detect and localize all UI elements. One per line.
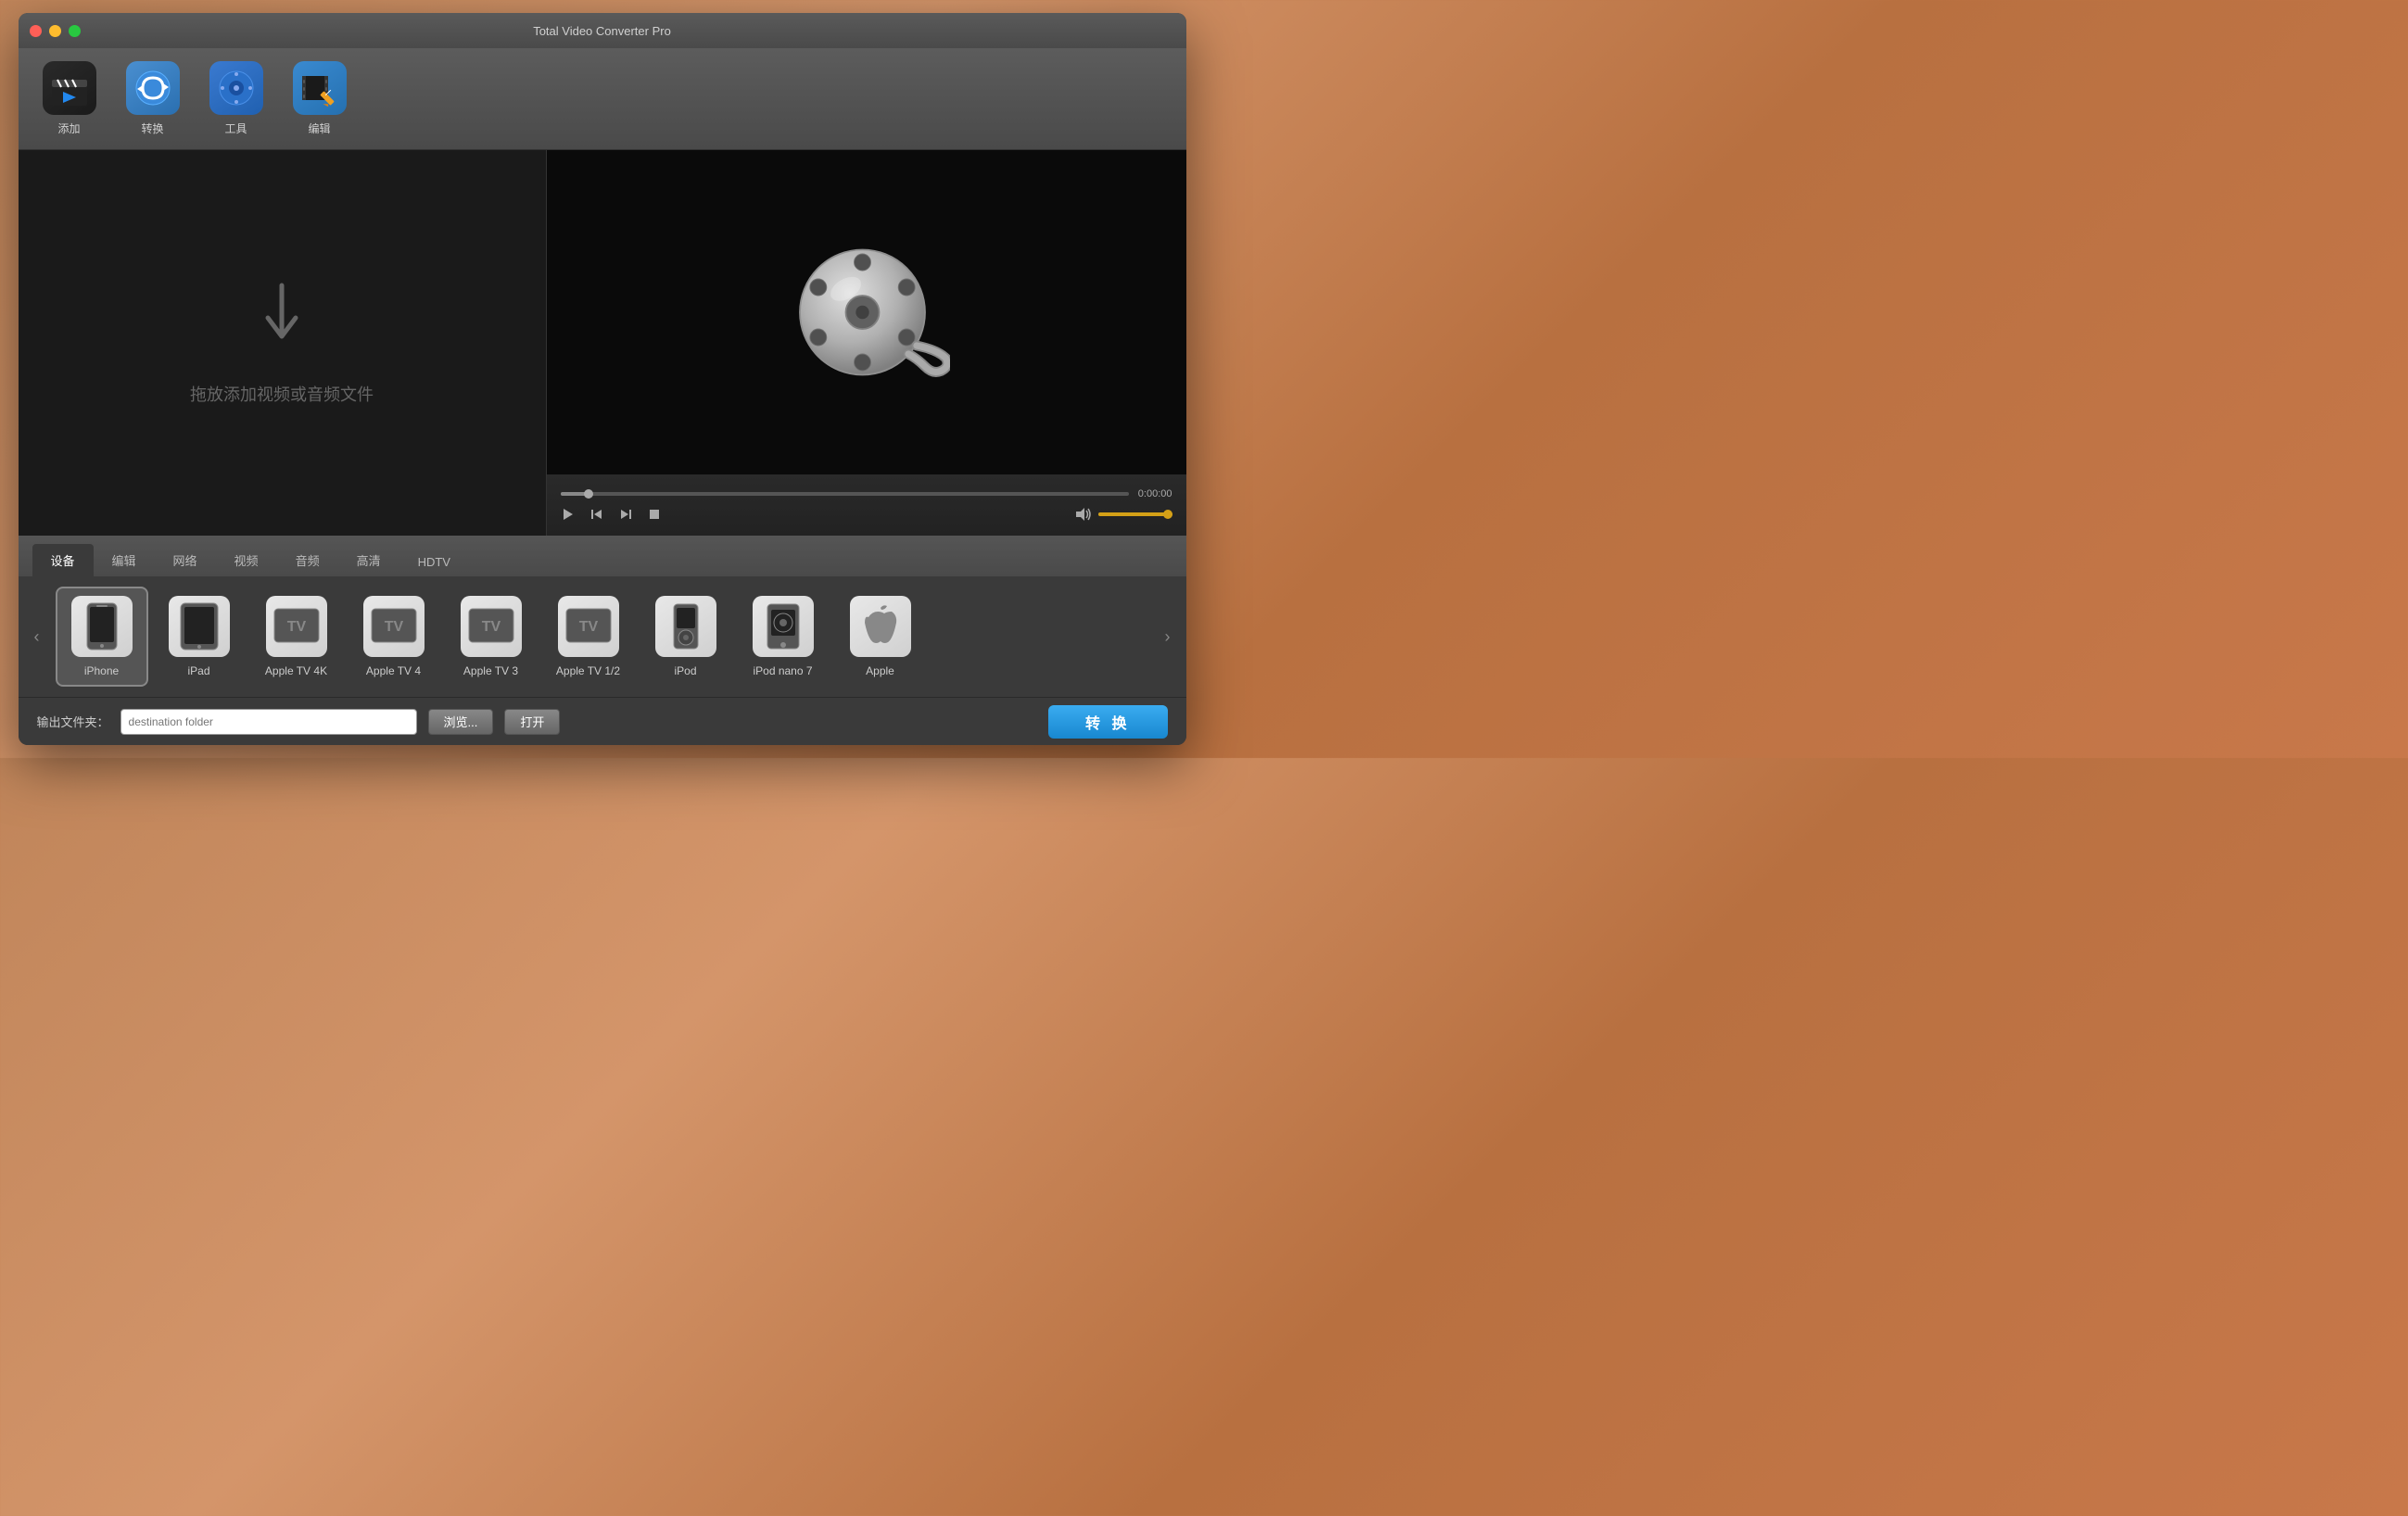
film-reel-graphic — [774, 220, 959, 405]
svg-text:TV: TV — [481, 619, 501, 635]
video-controls: 0:00:00 — [547, 474, 1186, 536]
tools-label: 工具 — [224, 120, 247, 136]
tools-icon — [209, 61, 263, 115]
svg-text:TV: TV — [578, 619, 598, 635]
minimize-button[interactable] — [49, 25, 61, 37]
convert-icon — [126, 61, 180, 115]
next-button[interactable] — [618, 507, 633, 522]
play-button[interactable] — [561, 507, 576, 522]
volume-icon[interactable] — [1074, 507, 1091, 522]
maximize-button[interactable] — [69, 25, 81, 37]
toolbar-convert[interactable]: 转换 — [120, 61, 185, 136]
add-label: 添加 — [57, 120, 80, 136]
ipod-label: iPod — [674, 664, 696, 677]
tab-network[interactable]: 网络 — [155, 544, 216, 576]
appletv4k-icon: TV — [266, 596, 327, 657]
appletv3-label: Apple TV 3 — [463, 664, 518, 677]
title-bar: Total Video Converter Pro — [19, 13, 1186, 48]
drop-arrow-icon — [249, 281, 314, 368]
open-button[interactable]: 打开 — [504, 709, 560, 735]
output-row: 输出文件夹： 浏览... 打开 转 换 — [19, 697, 1186, 745]
device-appletv12[interactable]: TV Apple TV 1/2 — [542, 587, 635, 687]
ipodnano-label: iPod nano 7 — [753, 664, 812, 677]
apple-icon — [850, 596, 911, 657]
toolbar-edit[interactable]: 编辑 — [287, 61, 352, 136]
device-ipodnano[interactable]: iPod nano 7 — [737, 587, 830, 687]
svg-text:TV: TV — [384, 619, 403, 635]
prev-button[interactable] — [589, 507, 604, 522]
appletv12-label: Apple TV 1/2 — [556, 664, 620, 677]
tab-edit[interactable]: 编辑 — [94, 544, 155, 576]
controls-buttons-row — [561, 507, 1172, 522]
video-preview — [547, 150, 1186, 474]
ipad-icon — [169, 596, 230, 657]
progress-bar[interactable] — [561, 492, 1129, 496]
convert-label: 转换 — [141, 120, 163, 136]
device-ipad[interactable]: iPad — [153, 587, 246, 687]
devices-list: iPhone iPad TV — [51, 587, 1154, 687]
iphone-icon — [71, 596, 133, 657]
ipodnano-icon — [753, 596, 814, 657]
toolbar-tools[interactable]: 工具 — [204, 61, 269, 136]
tab-audio[interactable]: 音频 — [277, 544, 338, 576]
tab-devices[interactable]: 设备 — [32, 544, 94, 576]
toolbar-add[interactable]: 添加 — [37, 61, 102, 136]
device-appletv4k[interactable]: TV Apple TV 4K — [250, 587, 343, 687]
nav-next-arrow[interactable]: › — [1154, 623, 1182, 651]
drop-text: 拖放添加视频或音频文件 — [190, 382, 374, 406]
apple-label: Apple — [866, 664, 894, 677]
time-display: 0:00:00 — [1138, 488, 1172, 499]
close-button[interactable] — [30, 25, 42, 37]
stop-button[interactable] — [647, 507, 662, 522]
tab-video[interactable]: 视频 — [216, 544, 277, 576]
ipod-icon — [655, 596, 716, 657]
volume-slider[interactable] — [1098, 512, 1172, 516]
svg-text:TV: TV — [286, 619, 306, 635]
appletv3-icon: TV — [461, 596, 522, 657]
progress-bar-row: 0:00:00 — [561, 488, 1172, 499]
drop-zone[interactable]: 拖放添加视频或音频文件 — [19, 150, 547, 536]
window-controls — [30, 25, 81, 37]
iphone-label: iPhone — [84, 664, 119, 677]
add-icon — [43, 61, 96, 115]
convert-button[interactable]: 转 换 — [1048, 705, 1167, 739]
appletv12-icon: TV — [558, 596, 619, 657]
tab-hdtv[interactable]: HDTV — [399, 548, 469, 576]
device-grid: ‹ iPhone — [19, 576, 1186, 697]
main-window: Total Video Converter Pro 添加 — [19, 13, 1186, 745]
output-folder-label: 输出文件夹： — [37, 713, 109, 730]
ipad-label: iPad — [187, 664, 209, 677]
nav-prev-arrow[interactable]: ‹ — [23, 623, 51, 651]
edit-icon — [293, 61, 347, 115]
device-ipod[interactable]: iPod — [640, 587, 732, 687]
tab-hd[interactable]: 高清 — [338, 544, 399, 576]
device-iphone[interactable]: iPhone — [56, 587, 148, 687]
appletv4-label: Apple TV 4 — [366, 664, 421, 677]
preview-panel: 0:00:00 — [547, 150, 1186, 536]
output-folder-input[interactable] — [120, 709, 417, 735]
volume-section — [1074, 507, 1172, 522]
tabs-bar: 设备 编辑 网络 视频 音频 高清 HDTV — [19, 536, 1186, 576]
appletv4k-label: Apple TV 4K — [265, 664, 327, 677]
appletv4-icon: TV — [363, 596, 425, 657]
main-content: 拖放添加视频或音频文件 — [19, 150, 1186, 536]
device-apple[interactable]: Apple — [834, 587, 927, 687]
device-appletv4[interactable]: TV Apple TV 4 — [348, 587, 440, 687]
window-title: Total Video Converter Pro — [533, 24, 671, 38]
browse-button[interactable]: 浏览... — [428, 709, 494, 735]
edit-label: 编辑 — [308, 120, 330, 136]
toolbar: 添加 转换 — [19, 48, 1186, 150]
device-appletv3[interactable]: TV Apple TV 3 — [445, 587, 538, 687]
